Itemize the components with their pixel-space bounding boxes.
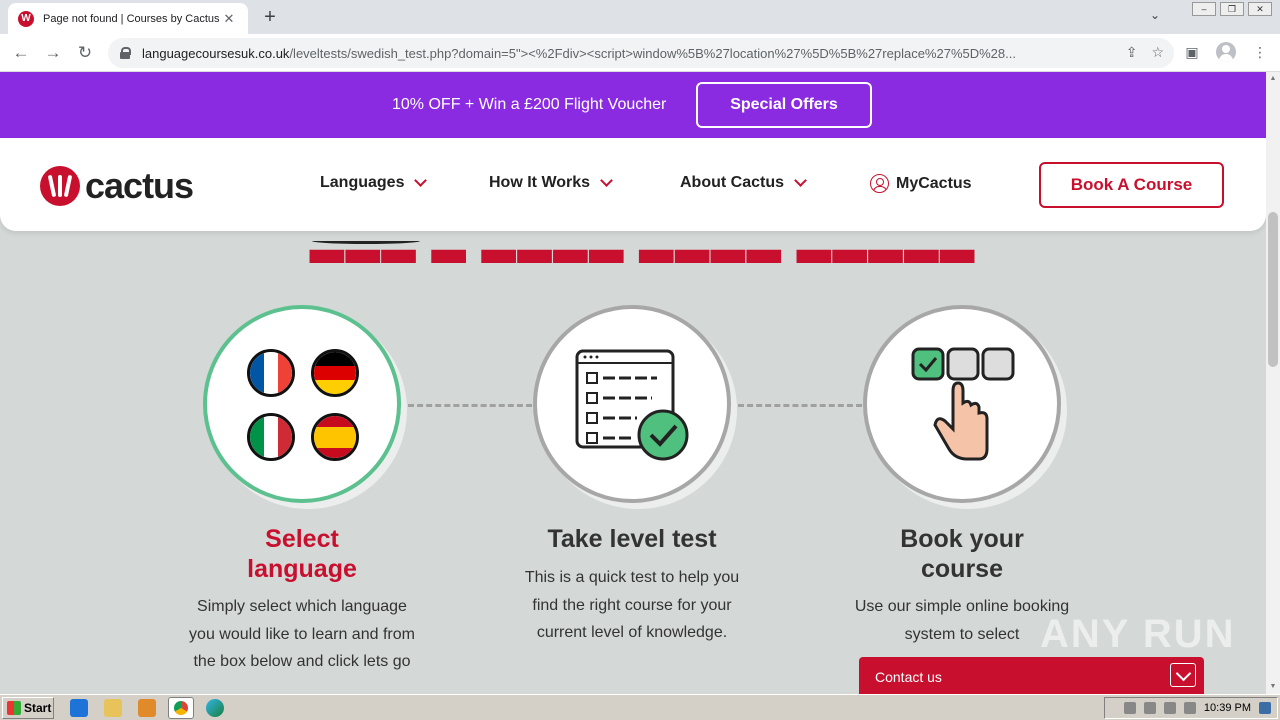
step-2-description: This is a quick test to help you find th… — [524, 569, 740, 641]
restore-button[interactable]: ❐ — [1220, 2, 1244, 16]
scroll-down-icon[interactable]: ▼ — [1266, 680, 1280, 694]
nav-how-it-works-label: How It Works — [489, 174, 591, 191]
promo-text: 10% OFF + Win a £200 Flight Voucher — [392, 96, 667, 113]
step-2-circle[interactable] — [533, 305, 731, 503]
start-label: Start — [24, 701, 52, 715]
bookmark-star-icon[interactable]: ☆ — [1151, 44, 1164, 61]
step-2-title: Take level test — [547, 525, 717, 553]
promo-banner: 10% OFF + Win a £200 Flight Voucher Spec… — [0, 72, 1266, 138]
internet-explorer-icon[interactable] — [70, 699, 88, 717]
chrome-icon — [174, 701, 188, 715]
contact-us-label: Contact us — [875, 669, 942, 685]
media-player-icon[interactable] — [138, 699, 156, 717]
chevron-down-icon[interactable] — [1170, 663, 1196, 687]
chrome-taskbar-button[interactable] — [168, 697, 194, 719]
side-panel-icon[interactable]: ▣ — [1182, 42, 1202, 62]
browser-tab[interactable]: W Page not found | Courses by Cactus ✕ — [8, 3, 248, 34]
forward-arrow-icon[interactable]: → — [42, 42, 64, 64]
mycactus-label: MyCactus — [896, 174, 972, 192]
cactus-logo-mark-icon — [40, 166, 80, 206]
step-1-description: Simply select which language you would l… — [189, 598, 415, 670]
nav-how-it-works[interactable]: How It Works — [489, 174, 613, 192]
window-controls: – ❐ ✕ — [1188, 2, 1272, 16]
nav-languages-label: Languages — [320, 174, 405, 191]
tab-search-chevron-icon[interactable]: ⌄ — [1150, 8, 1160, 22]
special-offers-button[interactable]: Special Offers — [696, 82, 872, 128]
address-bar[interactable]: languagecoursesuk.co.uk/leveltests/swedi… — [108, 38, 1174, 68]
new-tab-button[interactable]: + — [258, 6, 282, 30]
step-1-circle[interactable] — [203, 305, 401, 503]
close-window-button[interactable]: ✕ — [1248, 2, 1272, 16]
tab-close-icon[interactable]: ✕ — [220, 11, 238, 27]
nav-mycactus[interactable]: MyCactus — [870, 174, 972, 193]
step-3-circle[interactable] — [863, 305, 1061, 503]
chevron-down-icon — [600, 174, 613, 187]
step-connector — [738, 404, 862, 407]
chevron-down-icon — [794, 174, 807, 187]
cactus-favicon-icon: W — [18, 10, 34, 27]
page-viewport: ▂▂▂ ▂ ▂▂▂▂ ▂▂▂▂ ▂▂▂▂▂ 10% OFF + Win a £2… — [0, 72, 1266, 694]
tab-strip: W Page not found | Courses by Cactus ✕ +… — [0, 0, 1280, 34]
lock-icon[interactable] — [120, 47, 131, 59]
volume-icon[interactable] — [1143, 702, 1156, 714]
contact-us-widget[interactable]: Contact us — [859, 657, 1204, 694]
user-icon — [870, 174, 889, 193]
edge-icon[interactable] — [206, 699, 224, 717]
windows-logo-icon — [7, 701, 21, 715]
cactus-logo[interactable]: cactus — [40, 165, 194, 207]
heading-underline — [312, 238, 420, 244]
logo-text: cactus — [85, 165, 194, 206]
nav-about-cactus-label: About Cactus — [680, 174, 784, 191]
scroll-up-icon[interactable]: ▲ — [1266, 72, 1280, 86]
tray-chevron-icon[interactable] — [1123, 702, 1136, 714]
german-flag-icon — [311, 349, 359, 397]
nav-languages[interactable]: Languages — [320, 174, 428, 192]
show-desktop-icon[interactable] — [1259, 702, 1271, 714]
book-a-course-button[interactable]: Book A Course — [1039, 162, 1224, 208]
spanish-flag-icon — [311, 413, 359, 461]
step-connector — [408, 404, 532, 407]
url-text[interactable]: languagecoursesuk.co.uk/leveltests/swedi… — [142, 46, 1102, 61]
tab-title: Page not found | Courses by Cactus — [43, 12, 220, 25]
flag-icon[interactable] — [1183, 702, 1196, 714]
profile-avatar-icon[interactable] — [1216, 42, 1236, 62]
menu-kebab-icon[interactable]: ⋮ — [1250, 42, 1270, 62]
page-scrollbar[interactable]: ▲ ▼ — [1266, 72, 1280, 694]
checklist-icon — [575, 349, 689, 461]
chevron-down-icon — [414, 174, 428, 187]
file-explorer-icon[interactable] — [104, 699, 122, 717]
back-arrow-icon[interactable]: ← — [10, 42, 32, 64]
url-path: /leveltests/swedish_test.php?domain=5"><… — [289, 45, 1016, 61]
step-3-title: Book your course — [900, 525, 1024, 583]
french-flag-icon — [247, 349, 295, 397]
hand-select-icon — [911, 347, 1015, 461]
nav-about-cactus[interactable]: About Cactus — [680, 174, 807, 192]
reload-icon[interactable]: ↻ — [74, 42, 96, 64]
minimize-button[interactable]: – — [1192, 2, 1216, 16]
windows-taskbar: Start 10:39 PM — [0, 694, 1280, 720]
anyrun-watermark: ANY RUN — [1040, 612, 1236, 656]
italian-flag-icon — [247, 413, 295, 461]
scrollbar-thumb[interactable] — [1268, 212, 1278, 367]
system-tray: 10:39 PM — [1104, 697, 1278, 719]
step-1-title: Select language — [247, 525, 357, 583]
clock[interactable]: 10:39 PM — [1204, 702, 1251, 714]
browser-toolbar: ← → ↻ languagecoursesuk.co.uk/leveltests… — [0, 34, 1280, 72]
site-header: cactus Languages How It Works About Cact… — [0, 138, 1266, 231]
url-domain: languagecoursesuk.co.uk — [142, 45, 290, 61]
start-button[interactable]: Start — [2, 697, 54, 719]
share-icon[interactable]: ⇪ — [1126, 44, 1138, 61]
network-icon[interactable] — [1163, 702, 1176, 714]
